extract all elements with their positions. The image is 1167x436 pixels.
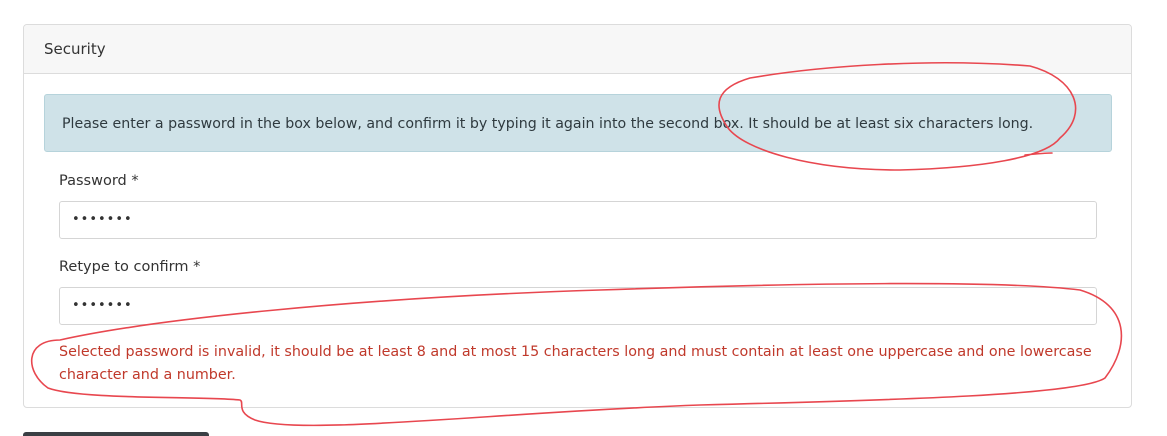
password-error-message: Selected password is invalid, it should …	[59, 344, 1092, 383]
card-title: Security	[44, 40, 106, 58]
security-page: Security Please enter a password in the …	[0, 0, 1167, 436]
confirm-password-input-value: •••••••	[72, 298, 133, 313]
password-input-value: •••••••	[72, 212, 133, 227]
confirm-password-label: Retype to confirm *	[59, 259, 201, 275]
password-input[interactable]: •••••••	[59, 201, 1097, 239]
submit-button-edge[interactable]	[23, 432, 209, 436]
security-card: Security Please enter a password in the …	[23, 24, 1132, 408]
info-alert-text: Please enter a password in the box below…	[62, 116, 1034, 132]
confirm-password-input[interactable]: •••••••	[59, 287, 1097, 325]
card-header: Security	[24, 25, 1131, 74]
info-alert: Please enter a password in the box below…	[44, 94, 1112, 152]
password-label: Password *	[59, 173, 139, 189]
